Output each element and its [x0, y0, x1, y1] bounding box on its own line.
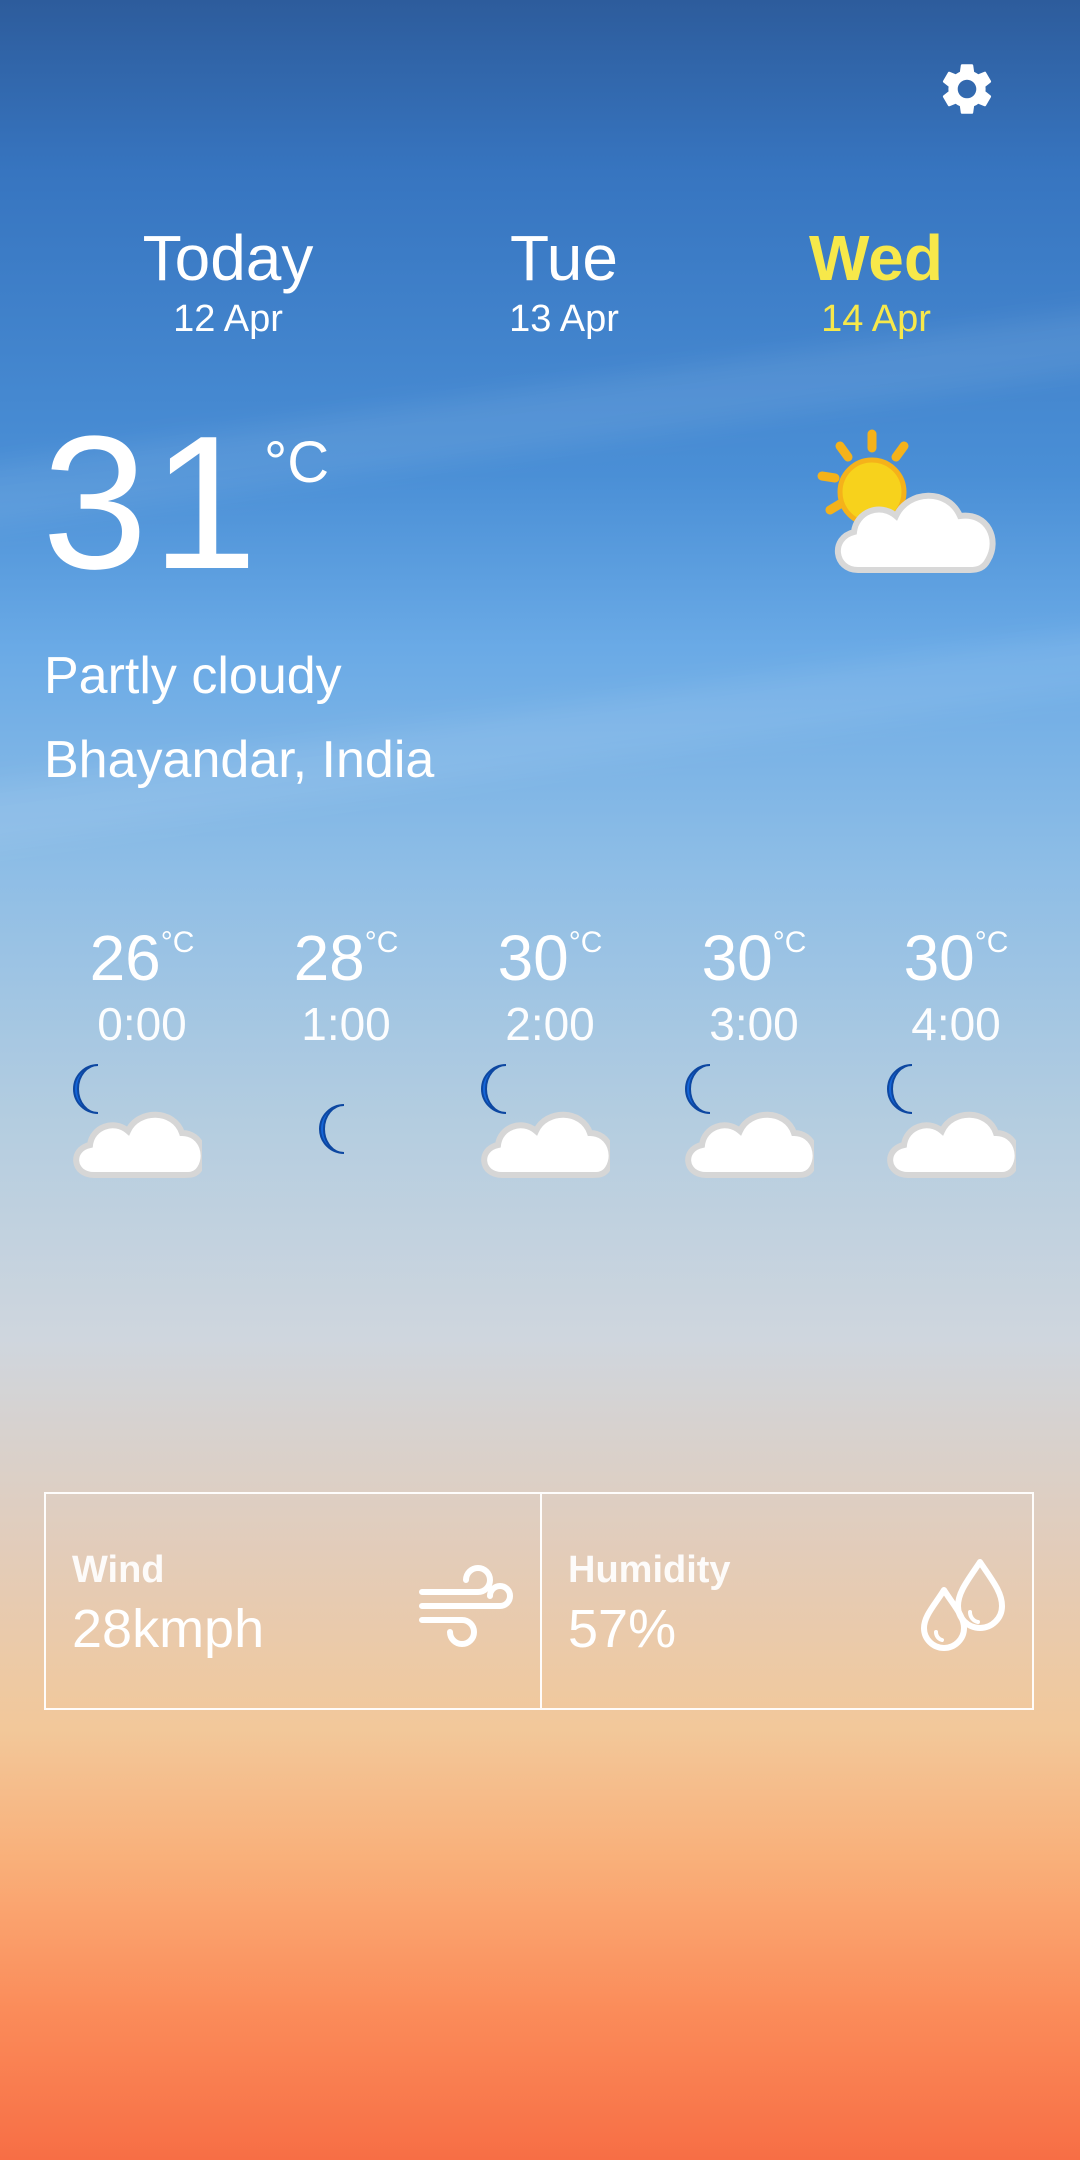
day-tab-tue[interactable]: Tue 13 Apr — [444, 220, 684, 342]
moon-icon — [256, 1057, 406, 1187]
night-cloudy-icon — [866, 1057, 1021, 1187]
day-date: 12 Apr — [173, 298, 283, 340]
hourly-temperature: 30°C — [654, 905, 854, 996]
day-name: Today — [142, 222, 314, 294]
wind-value: 28kmph — [72, 1599, 265, 1659]
day-date: 13 Apr — [509, 298, 619, 340]
hourly-temp-value: 28 — [293, 922, 365, 994]
hourly-temp-value: 30 — [701, 922, 773, 994]
hourly-temp-unit: °C — [772, 926, 807, 959]
weather-screen: Today 12 Apr Tue 13 Apr Wed 14 Apr 31 °C — [0, 0, 1080, 2160]
night-cloudy-icon — [460, 1057, 615, 1187]
settings-gear-icon[interactable] — [936, 58, 998, 120]
hourly-item: 28°C 1:00 — [246, 905, 446, 1205]
hourly-temperature: 30°C — [450, 905, 650, 996]
hourly-time: 4:00 — [911, 998, 1001, 1050]
day-selector: Today 12 Apr Tue 13 Apr Wed 14 Apr — [0, 220, 1080, 360]
day-tab-today[interactable]: Today 12 Apr — [108, 220, 348, 342]
hourly-time: 1:00 — [301, 998, 391, 1050]
day-name: Tue — [510, 222, 618, 294]
location-name: Bhayandar, India — [44, 731, 435, 789]
hourly-item: 26°C 0:00 — [42, 905, 242, 1205]
weather-stats-panel: Wind 28kmph Humidity 57% — [44, 1492, 1034, 1710]
wind-icon — [416, 1556, 516, 1652]
hourly-time: 2:00 — [505, 998, 595, 1050]
wind-card: Wind 28kmph — [46, 1494, 540, 1708]
hourly-temp-unit: °C — [364, 926, 399, 959]
hourly-temp-value: 30 — [497, 922, 569, 994]
hourly-temp-value: 30 — [903, 922, 975, 994]
day-name: Wed — [809, 222, 943, 294]
hourly-item: 30°C 3:00 — [654, 905, 854, 1205]
hourly-time: 0:00 — [97, 998, 187, 1050]
hourly-forecast: 26°C 0:00 28°C 1:00 30°C 2:00 30°C 3:00 … — [42, 905, 1058, 1205]
night-cloudy-icon — [664, 1057, 819, 1187]
temperature-unit: °C — [264, 430, 330, 495]
day-date: 14 Apr — [821, 298, 931, 340]
weather-condition: Partly cloudy — [44, 647, 342, 705]
night-cloudy-icon — [52, 1057, 207, 1187]
hourly-time: 3:00 — [709, 998, 799, 1050]
hourly-temperature: 28°C — [246, 905, 446, 996]
humidity-value: 57% — [568, 1599, 677, 1659]
hourly-item: 30°C 2:00 — [450, 905, 650, 1205]
current-temperature: 31 — [42, 397, 262, 609]
humidity-card: Humidity 57% — [540, 1494, 1034, 1708]
hourly-item: 30°C 4:00 — [856, 905, 1056, 1205]
partly-sunny-icon — [800, 420, 1020, 590]
day-tab-wed[interactable]: Wed 14 Apr — [756, 220, 996, 342]
hourly-temperature: 30°C — [856, 905, 1056, 996]
hourly-temp-value: 26 — [89, 922, 161, 994]
humidity-label: Humidity — [568, 1549, 731, 1591]
hourly-temp-unit: °C — [974, 926, 1009, 959]
hourly-temp-unit: °C — [160, 926, 195, 959]
humidity-drops-icon — [910, 1556, 1010, 1652]
hourly-temp-unit: °C — [568, 926, 603, 959]
hourly-temperature: 26°C — [42, 905, 242, 996]
wind-label: Wind — [72, 1549, 165, 1591]
